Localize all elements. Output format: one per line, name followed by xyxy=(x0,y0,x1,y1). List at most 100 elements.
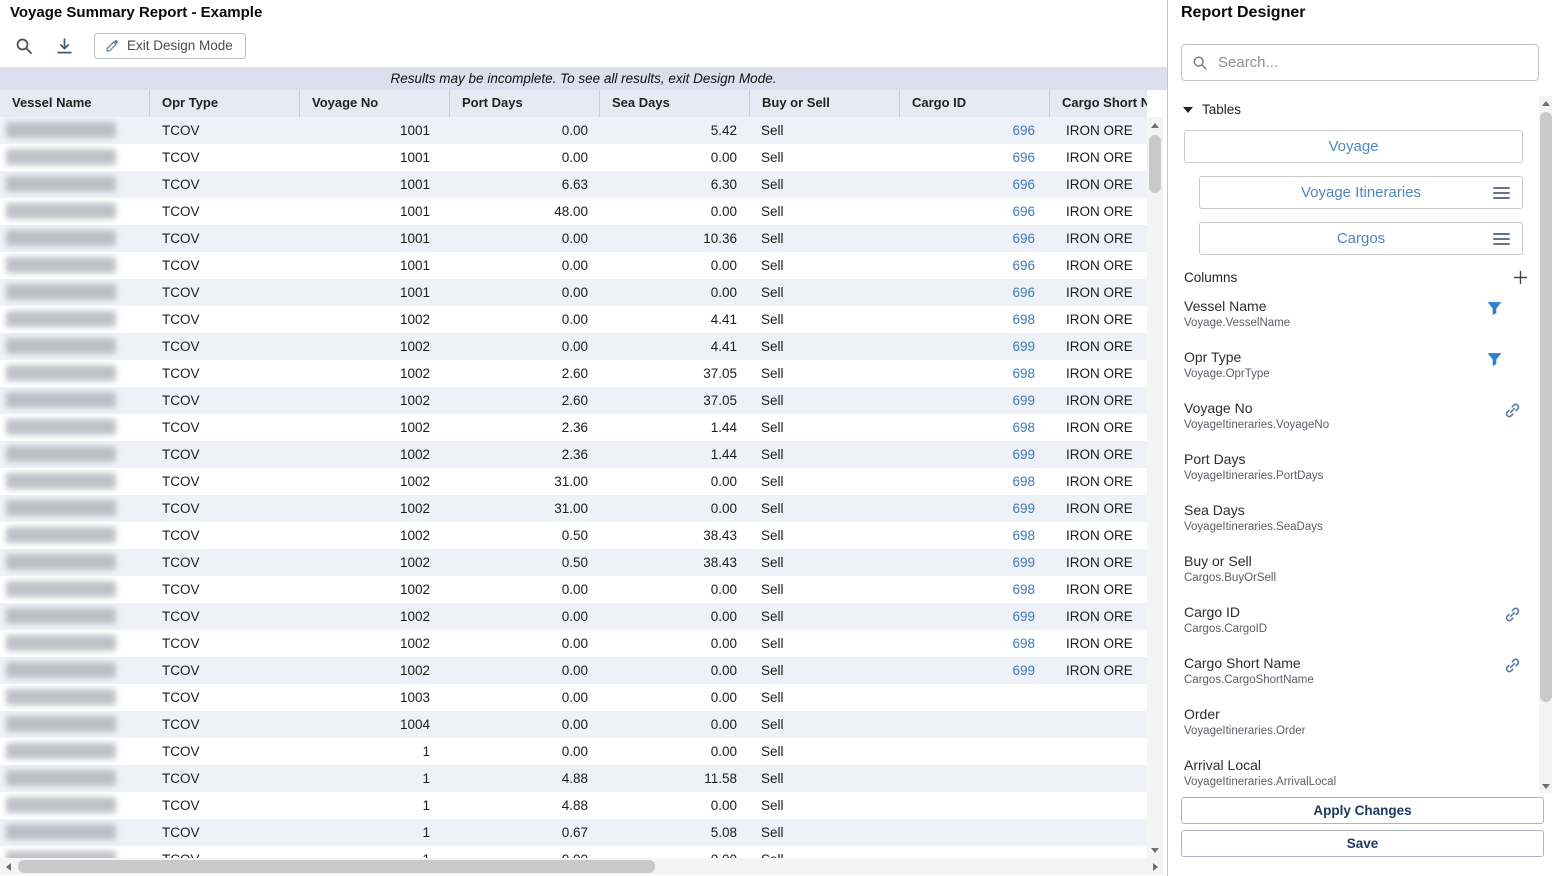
download-icon[interactable] xyxy=(54,36,74,56)
table-row[interactable]: TCOV 1002 0.00 4.41 Sell 699 IRON ORE xyxy=(0,333,1147,360)
table-row[interactable]: TCOV 1001 48.00 0.00 Sell 696 IRON ORE xyxy=(0,198,1147,225)
table-row[interactable]: TCOV 1001 0.00 0.00 Sell 696 IRON ORE xyxy=(0,279,1147,306)
table-row[interactable]: TCOV 1 4.88 11.58 Sell xyxy=(0,765,1147,792)
filter-icon[interactable] xyxy=(1486,351,1503,368)
designer-scroll-thumb[interactable] xyxy=(1540,112,1552,702)
table-row[interactable]: TCOV 1002 0.50 38.43 Sell 698 IRON ORE xyxy=(0,522,1147,549)
designer-column-item-order[interactable]: Order VoyageItineraries.Order xyxy=(1184,698,1529,749)
search-icon[interactable] xyxy=(14,36,34,56)
table-row[interactable]: TCOV 1002 0.00 0.00 Sell 698 IRON ORE xyxy=(0,576,1147,603)
cargo-id-link[interactable]: 698 xyxy=(1012,420,1035,435)
cargo-id-link[interactable]: 698 xyxy=(1012,636,1035,651)
table-row[interactable]: TCOV 1002 2.36 1.44 Sell 698 IRON ORE xyxy=(0,414,1147,441)
designer-column-item-voyage-no[interactable]: Voyage No VoyageItineraries.VoyageNo xyxy=(1184,392,1529,443)
vertical-scroll-thumb[interactable] xyxy=(1149,135,1161,193)
table-row[interactable]: TCOV 1002 0.00 0.00 Sell 699 IRON ORE xyxy=(0,603,1147,630)
table-vertical-scrollbar[interactable] xyxy=(1147,117,1163,858)
cargo-id-link[interactable]: 699 xyxy=(1012,339,1035,354)
table-row[interactable]: TCOV 1002 31.00 0.00 Sell 699 IRON ORE xyxy=(0,495,1147,522)
table-row[interactable]: TCOV 1 0.00 0.00 Sell xyxy=(0,738,1147,765)
exit-design-mode-button[interactable]: Exit Design Mode xyxy=(94,33,246,59)
cargo-id-link[interactable]: 699 xyxy=(1012,555,1035,570)
cargo-id-link[interactable]: 699 xyxy=(1012,447,1035,462)
cargo-id-link[interactable]: 696 xyxy=(1012,258,1035,273)
table-row[interactable]: TCOV 1002 31.00 0.00 Sell 698 IRON ORE xyxy=(0,468,1147,495)
table-row[interactable]: TCOV 1001 0.00 5.42 Sell 696 IRON ORE xyxy=(0,117,1147,144)
table-row[interactable]: TCOV 1003 0.00 0.00 Sell xyxy=(0,684,1147,711)
table-row[interactable]: TCOV 1002 0.00 0.00 Sell 699 IRON ORE xyxy=(0,657,1147,684)
designer-column-item-cargo-id[interactable]: Cargo ID Cargos.CargoID xyxy=(1184,596,1529,647)
link-icon[interactable] xyxy=(1504,402,1521,419)
cargo-id-link[interactable]: 696 xyxy=(1012,177,1035,192)
column-header-sea-days[interactable]: Sea Days xyxy=(600,90,750,117)
column-header-buy-or-sell[interactable]: Buy or Sell xyxy=(750,90,900,117)
table-horizontal-scrollbar[interactable] xyxy=(0,858,1163,875)
cargo-id-link[interactable]: 698 xyxy=(1012,366,1035,381)
table-body: TCOV 1001 0.00 5.42 Sell 696 IRON ORE TC… xyxy=(0,117,1147,858)
column-header-cargo-short-name[interactable]: Cargo Short Name xyxy=(1050,90,1147,117)
horizontal-scroll-thumb[interactable] xyxy=(18,860,655,873)
cargo-id-link[interactable]: 698 xyxy=(1012,474,1035,489)
menu-icon[interactable] xyxy=(1493,187,1510,199)
column-header-opr-type[interactable]: Opr Type xyxy=(150,90,300,117)
cargo-id-link[interactable]: 696 xyxy=(1012,231,1035,246)
filter-icon[interactable] xyxy=(1486,300,1503,317)
save-button[interactable]: Save xyxy=(1181,830,1544,857)
sea-days-cell: 11.58 xyxy=(600,765,750,792)
scroll-up-button[interactable] xyxy=(1539,96,1552,110)
designer-column-item-cargo-short-name[interactable]: Cargo Short Name Cargos.CargoShortName xyxy=(1184,647,1529,698)
designer-table-button-voyage[interactable]: Voyage xyxy=(1184,130,1523,163)
table-row[interactable]: TCOV 1001 0.00 0.00 Sell 696 IRON ORE xyxy=(0,252,1147,279)
table-row[interactable]: TCOV 1002 2.36 1.44 Sell 699 IRON ORE xyxy=(0,441,1147,468)
table-row[interactable]: TCOV 1001 0.00 0.00 Sell 696 IRON ORE xyxy=(0,144,1147,171)
cargo-id-link[interactable]: 698 xyxy=(1012,312,1035,327)
cargo-id-link[interactable]: 699 xyxy=(1012,663,1035,678)
link-icon[interactable] xyxy=(1504,606,1521,623)
cargo-id-link[interactable]: 698 xyxy=(1012,582,1035,597)
designer-table-button-voyage-itineraries[interactable]: Voyage Itineraries xyxy=(1199,176,1523,209)
cargo-id-link[interactable]: 696 xyxy=(1012,150,1035,165)
designer-column-item-buy-or-sell[interactable]: Buy or Sell Cargos.BuyOrSell xyxy=(1184,545,1529,596)
link-icon[interactable] xyxy=(1504,657,1521,674)
cargo-id-link[interactable]: 696 xyxy=(1012,204,1035,219)
table-row[interactable]: TCOV 1 0.67 5.08 Sell xyxy=(0,819,1147,846)
table-row[interactable]: TCOV 1002 0.00 4.41 Sell 698 IRON ORE xyxy=(0,306,1147,333)
table-row[interactable]: TCOV 1001 0.00 10.36 Sell 696 IRON ORE xyxy=(0,225,1147,252)
designer-column-item-arrival-local[interactable]: Arrival Local VoyageItineraries.ArrivalL… xyxy=(1184,749,1529,790)
add-column-button[interactable] xyxy=(1511,268,1529,286)
designer-table-button-cargos[interactable]: Cargos xyxy=(1199,222,1523,255)
designer-column-item-opr-type[interactable]: Opr Type Voyage.OprType xyxy=(1184,341,1529,392)
column-header-vessel-name[interactable]: Vessel Name xyxy=(0,90,150,117)
table-row[interactable]: TCOV 1002 2.60 37.05 Sell 698 IRON ORE xyxy=(0,360,1147,387)
column-header-port-days[interactable]: Port Days xyxy=(450,90,600,117)
table-row[interactable]: TCOV 1 4.88 0.00 Sell xyxy=(0,792,1147,819)
scroll-left-button[interactable] xyxy=(0,858,16,875)
table-row[interactable]: TCOV 1002 0.00 0.00 Sell 698 IRON ORE xyxy=(0,630,1147,657)
table-row[interactable]: TCOV 1001 6.63 6.30 Sell 696 IRON ORE xyxy=(0,171,1147,198)
designer-column-item-vessel-name[interactable]: Vessel Name Voyage.VesselName xyxy=(1184,290,1529,341)
table-row[interactable]: TCOV 1002 0.50 38.43 Sell 699 IRON ORE xyxy=(0,549,1147,576)
table-row[interactable]: TCOV 1 0.00 0.00 Sell xyxy=(0,846,1147,858)
menu-icon[interactable] xyxy=(1493,233,1510,245)
scroll-right-button[interactable] xyxy=(1147,858,1163,875)
tables-section-toggle[interactable]: Tables xyxy=(1183,102,1241,117)
designer-scrollbar[interactable] xyxy=(1539,96,1552,793)
cargo-id-link[interactable]: 696 xyxy=(1012,123,1035,138)
scroll-up-button[interactable] xyxy=(1147,117,1163,133)
column-header-voyage-no[interactable]: Voyage No xyxy=(300,90,450,117)
scroll-down-button[interactable] xyxy=(1539,779,1552,793)
search-input[interactable] xyxy=(1216,53,1538,72)
cargo-id-link[interactable]: 699 xyxy=(1012,393,1035,408)
apply-changes-button[interactable]: Apply Changes xyxy=(1181,797,1544,824)
cargo-id-link[interactable]: 696 xyxy=(1012,285,1035,300)
cargo-id-link[interactable]: 699 xyxy=(1012,501,1035,516)
designer-column-item-sea-days[interactable]: Sea Days VoyageItineraries.SeaDays xyxy=(1184,494,1529,545)
cargo-id-link[interactable]: 699 xyxy=(1012,609,1035,624)
scroll-down-button[interactable] xyxy=(1147,842,1163,858)
cargo-id-link[interactable]: 698 xyxy=(1012,528,1035,543)
designer-search-box[interactable] xyxy=(1181,44,1539,81)
table-row[interactable]: TCOV 1004 0.00 0.00 Sell xyxy=(0,711,1147,738)
column-header-cargo-id[interactable]: Cargo ID xyxy=(900,90,1050,117)
table-row[interactable]: TCOV 1002 2.60 37.05 Sell 699 IRON ORE xyxy=(0,387,1147,414)
designer-column-item-port-days[interactable]: Port Days VoyageItineraries.PortDays xyxy=(1184,443,1529,494)
